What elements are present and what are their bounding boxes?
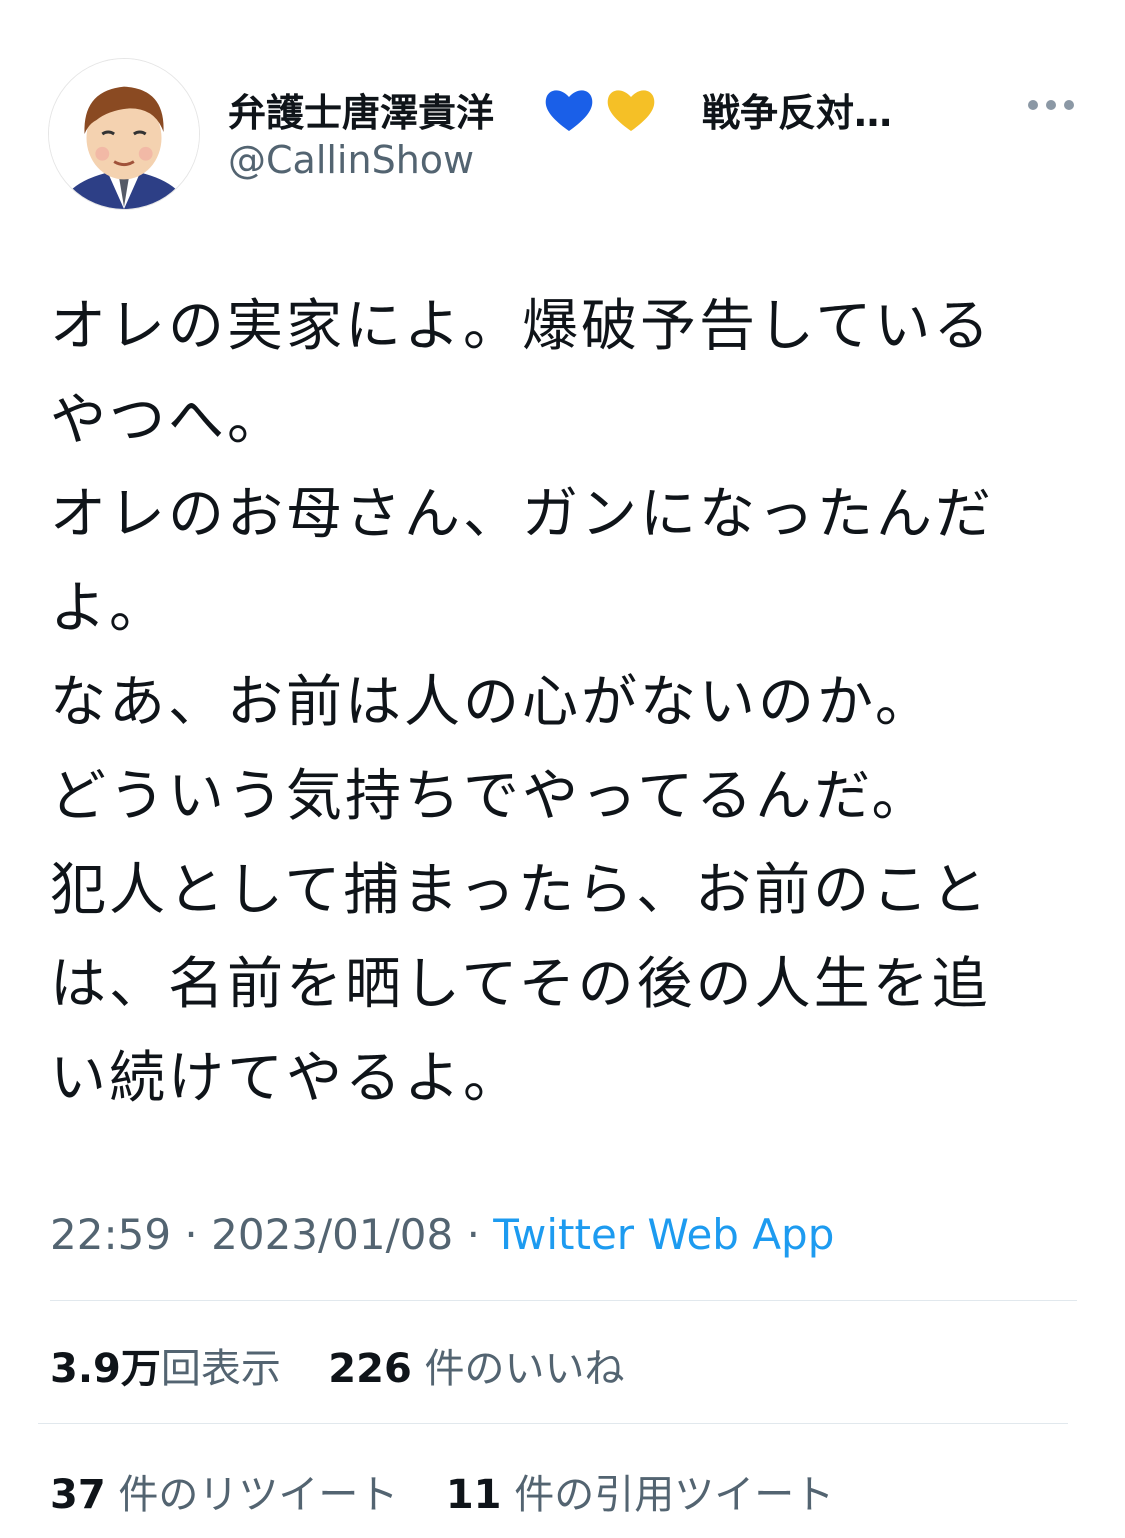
user-handle[interactable]: @CallinShow	[228, 138, 474, 182]
quotes-label: 件の引用ツイート	[514, 1472, 835, 1518]
tweet-meta: 22:59 · 2023/01/08 · Twitter Web App	[50, 1210, 834, 1259]
display-name[interactable]: 弁護士唐澤貴洋 戦争反対…	[228, 82, 892, 137]
tweet-source-link[interactable]: Twitter Web App	[493, 1210, 834, 1259]
avatar[interactable]	[48, 58, 200, 210]
quotes-number: 11	[445, 1472, 502, 1518]
blue-heart-icon	[542, 85, 596, 135]
likes-number: 226	[328, 1346, 412, 1392]
retweets-count[interactable]: 37 件のリツイート	[50, 1472, 411, 1518]
views-count[interactable]: 3.9万回表示	[50, 1346, 294, 1392]
views-label: 回表示	[160, 1346, 281, 1392]
likes-count[interactable]: 226 件のいいね	[328, 1346, 624, 1392]
tweet-text: オレの実家によ。爆破予告している やつへ。 オレのお母さん、ガンになったんだ よ…	[50, 280, 1060, 1126]
tweet-detail: 弁護士唐澤貴洋 戦争反対… @CallinShow オレの実家によ。爆破予告して…	[0, 0, 1125, 1538]
tweet-date[interactable]: 2023/01/08	[211, 1210, 453, 1259]
retweets-label: 件のリツイート	[118, 1472, 399, 1518]
meta-separator: ·	[184, 1210, 198, 1259]
tweet-paragraph: オレの実家によ。爆破予告している やつへ。 オレのお母さん、ガンになったんだ よ…	[50, 294, 994, 829]
views-number: 3.9	[50, 1346, 121, 1392]
stats-views-likes: 3.9万回表示 226 件のいいね	[50, 1336, 625, 1394]
display-name-text: 弁護士唐澤貴洋	[228, 91, 495, 135]
views-unit: 万	[120, 1346, 161, 1392]
divider	[50, 1300, 1077, 1301]
more-options-icon[interactable]	[1028, 92, 1074, 118]
yellow-heart-icon	[604, 85, 658, 135]
divider	[38, 1423, 1068, 1424]
quotes-count[interactable]: 11 件の引用ツイート	[446, 1472, 834, 1518]
retweets-number: 37	[50, 1472, 106, 1518]
likes-label: 件のいいね	[424, 1346, 625, 1392]
tweet-paragraph: 犯人として捕まったら、お前のこと は、名前を晒してその後の人生を追 い続けてやる…	[50, 858, 991, 1111]
stats-retweets-quotes: 37 件のリツイート 11 件の引用ツイート	[50, 1462, 834, 1520]
tweet-time[interactable]: 22:59	[50, 1210, 171, 1259]
display-name-suffix: 戦争反対…	[702, 91, 893, 135]
meta-separator: ·	[466, 1210, 480, 1259]
